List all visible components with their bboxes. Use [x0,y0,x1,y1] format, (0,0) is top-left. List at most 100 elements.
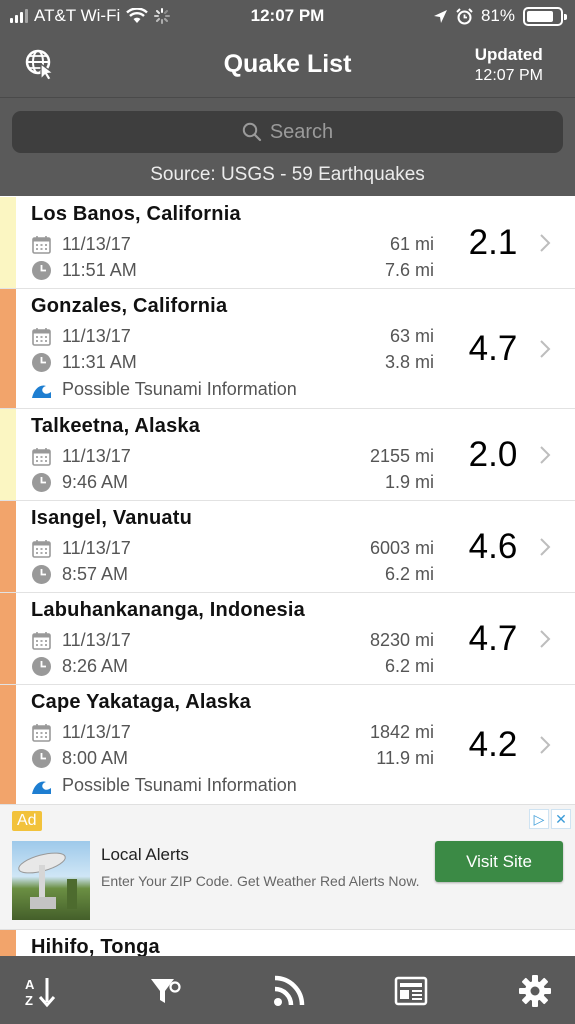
quake-distance: 6003 mi [369,537,434,558]
alarm-icon [456,7,473,24]
list-item[interactable]: Los Banos, California 11/13/17 11:51 AM 61 … [0,197,575,289]
quake-time-line: 11:51 AM [31,259,137,281]
quake-date: 11/13/17 [62,445,131,466]
quake-time: 11:51 AM [62,259,137,280]
quake-time: 11:31 AM [62,351,137,372]
magnitude-color-bar [0,197,16,288]
ad-close-icon[interactable]: ✕ [551,809,571,829]
quake-magnitude: 2.1 [468,223,518,262]
search-input[interactable]: Search [12,111,563,153]
quake-magnitude: 2.0 [468,435,518,474]
quake-distance-line: 6003 mi [354,537,434,559]
tsunami-info: Possible Tsunami Information [62,774,297,795]
chevron-right-icon[interactable] [538,629,552,649]
clock-icon [31,564,52,585]
ad-choices-icon[interactable]: ▷ [529,809,549,829]
tsunami-wave-icon [31,379,52,400]
rss-feed-icon[interactable] [272,974,306,1008]
search-placeholder: Search [269,120,334,143]
quake-depth-line: 1.9 mi [369,471,434,493]
news-icon[interactable] [394,974,428,1008]
ad-title: Local Alerts [101,845,189,864]
chevron-right-icon[interactable] [538,445,552,465]
quake-distance: 2155 mi [369,445,434,466]
quake-time: 8:26 AM [62,655,129,676]
list-item[interactable]: Gonzales, California 11/13/17 11:31 AM 63 m… [0,289,575,409]
chevron-right-icon[interactable] [538,537,552,557]
quake-depth: 6.2 mi [384,563,434,584]
list-item[interactable]: Hihifo, Tonga [0,930,575,958]
list-item[interactable]: Labuhankananga, Indonesia 11/13/17 8:26 AM… [0,593,575,685]
sort-az-icon[interactable]: A Z [22,974,56,1008]
quake-date: 11/13/17 [62,721,131,742]
quake-depth: 7.6 mi [384,259,434,280]
quake-distance-line: 61 mi [374,233,434,255]
quake-date: 11/13/17 [62,325,131,346]
tsunami-wave-icon [31,775,52,796]
quake-date: 11/13/17 [62,233,131,254]
quake-depth-line: 6.2 mi [369,563,434,585]
visit-site-button[interactable]: Visit Site [435,841,563,882]
quake-date-line: 11/13/17 [31,629,131,651]
chevron-right-icon[interactable] [538,233,552,253]
clock-icon [31,472,52,493]
magnitude-color-bar [0,289,16,408]
ad-choices[interactable]: ▷ ✕ [529,809,571,829]
ad-image [12,841,90,920]
settings-gear-icon[interactable] [518,974,552,1008]
calendar-icon [31,630,52,651]
quake-magnitude: 4.6 [468,527,518,566]
quake-place: Los Banos, California [31,203,241,225]
quake-place: Gonzales, California [31,295,228,317]
quake-place: Talkeetna, Alaska [31,415,201,437]
quake-distance: 8230 mi [369,629,434,650]
quake-date: 11/13/17 [62,537,131,558]
list-item[interactable]: Talkeetna, Alaska 11/13/17 9:46 AM 2155 mi 1… [0,409,575,501]
calendar-icon [31,234,52,255]
quake-magnitude: 4.2 [468,725,518,764]
magnitude-color-bar [0,685,16,804]
list-item[interactable]: Cape Yakataga, Alaska 11/13/17 8:00 AM 1842… [0,685,575,805]
quake-distance: 1842 mi [369,721,434,742]
quake-time-line: 11:31 AM [31,351,137,373]
quake-distance-line: 1842 mi [354,721,434,743]
quake-distance-line: 63 mi [374,325,434,347]
tsunami-info: Possible Tsunami Information [62,378,297,399]
quake-date-line: 11/13/17 [31,445,131,467]
quake-magnitude: 4.7 [468,329,518,368]
updated-label: Updated [474,45,543,64]
tsunami-line[interactable]: Possible Tsunami Information [31,378,297,400]
quake-distance-line: 8230 mi [354,629,434,651]
tab-bar: A Z [0,956,575,1024]
quake-time-line: 9:46 AM [31,471,128,493]
quake-distance-line: 2155 mi [354,445,434,467]
magnitude-color-bar [0,409,16,500]
quake-place: Hihifo, Tonga [31,936,160,958]
ad-badge: Ad [12,811,42,831]
quake-list: Los Banos, California 11/13/17 11:51 AM 61 … [0,197,575,805]
search-icon [242,122,261,142]
clock-icon [31,748,52,769]
battery-icon [523,6,567,26]
quake-place: Isangel, Vanuatu [31,507,193,529]
chevron-right-icon[interactable] [538,735,552,755]
nav-bar: Quake List Updated 12:07 PM [0,34,575,98]
clock-icon [31,260,52,281]
quake-distance: 63 mi [389,325,434,346]
clock-icon [31,352,52,373]
quake-date-line: 11/13/17 [31,537,131,559]
quake-date-line: 11/13/17 [31,721,131,743]
chevron-right-icon[interactable] [538,339,552,359]
quake-depth: 11.9 mi [376,747,434,768]
filter-icon[interactable] [148,974,182,1008]
magnitude-color-bar [0,593,16,684]
list-item[interactable]: Isangel, Vanuatu 11/13/17 8:57 AM 6003 mi 6.… [0,501,575,593]
clock-icon [31,656,52,677]
tsunami-line[interactable]: Possible Tsunami Information [31,774,297,796]
status-bar-right: 81% [433,6,567,26]
ad-banner[interactable]: Ad ▷ ✕ Local Alerts Enter Your ZIP Code.… [0,804,575,930]
quake-date-line: 11/13/17 [31,233,131,255]
updated-time: 12:07 PM [474,67,543,84]
quake-time: 9:46 AM [62,471,129,492]
quake-depth: 6.2 mi [384,655,434,676]
